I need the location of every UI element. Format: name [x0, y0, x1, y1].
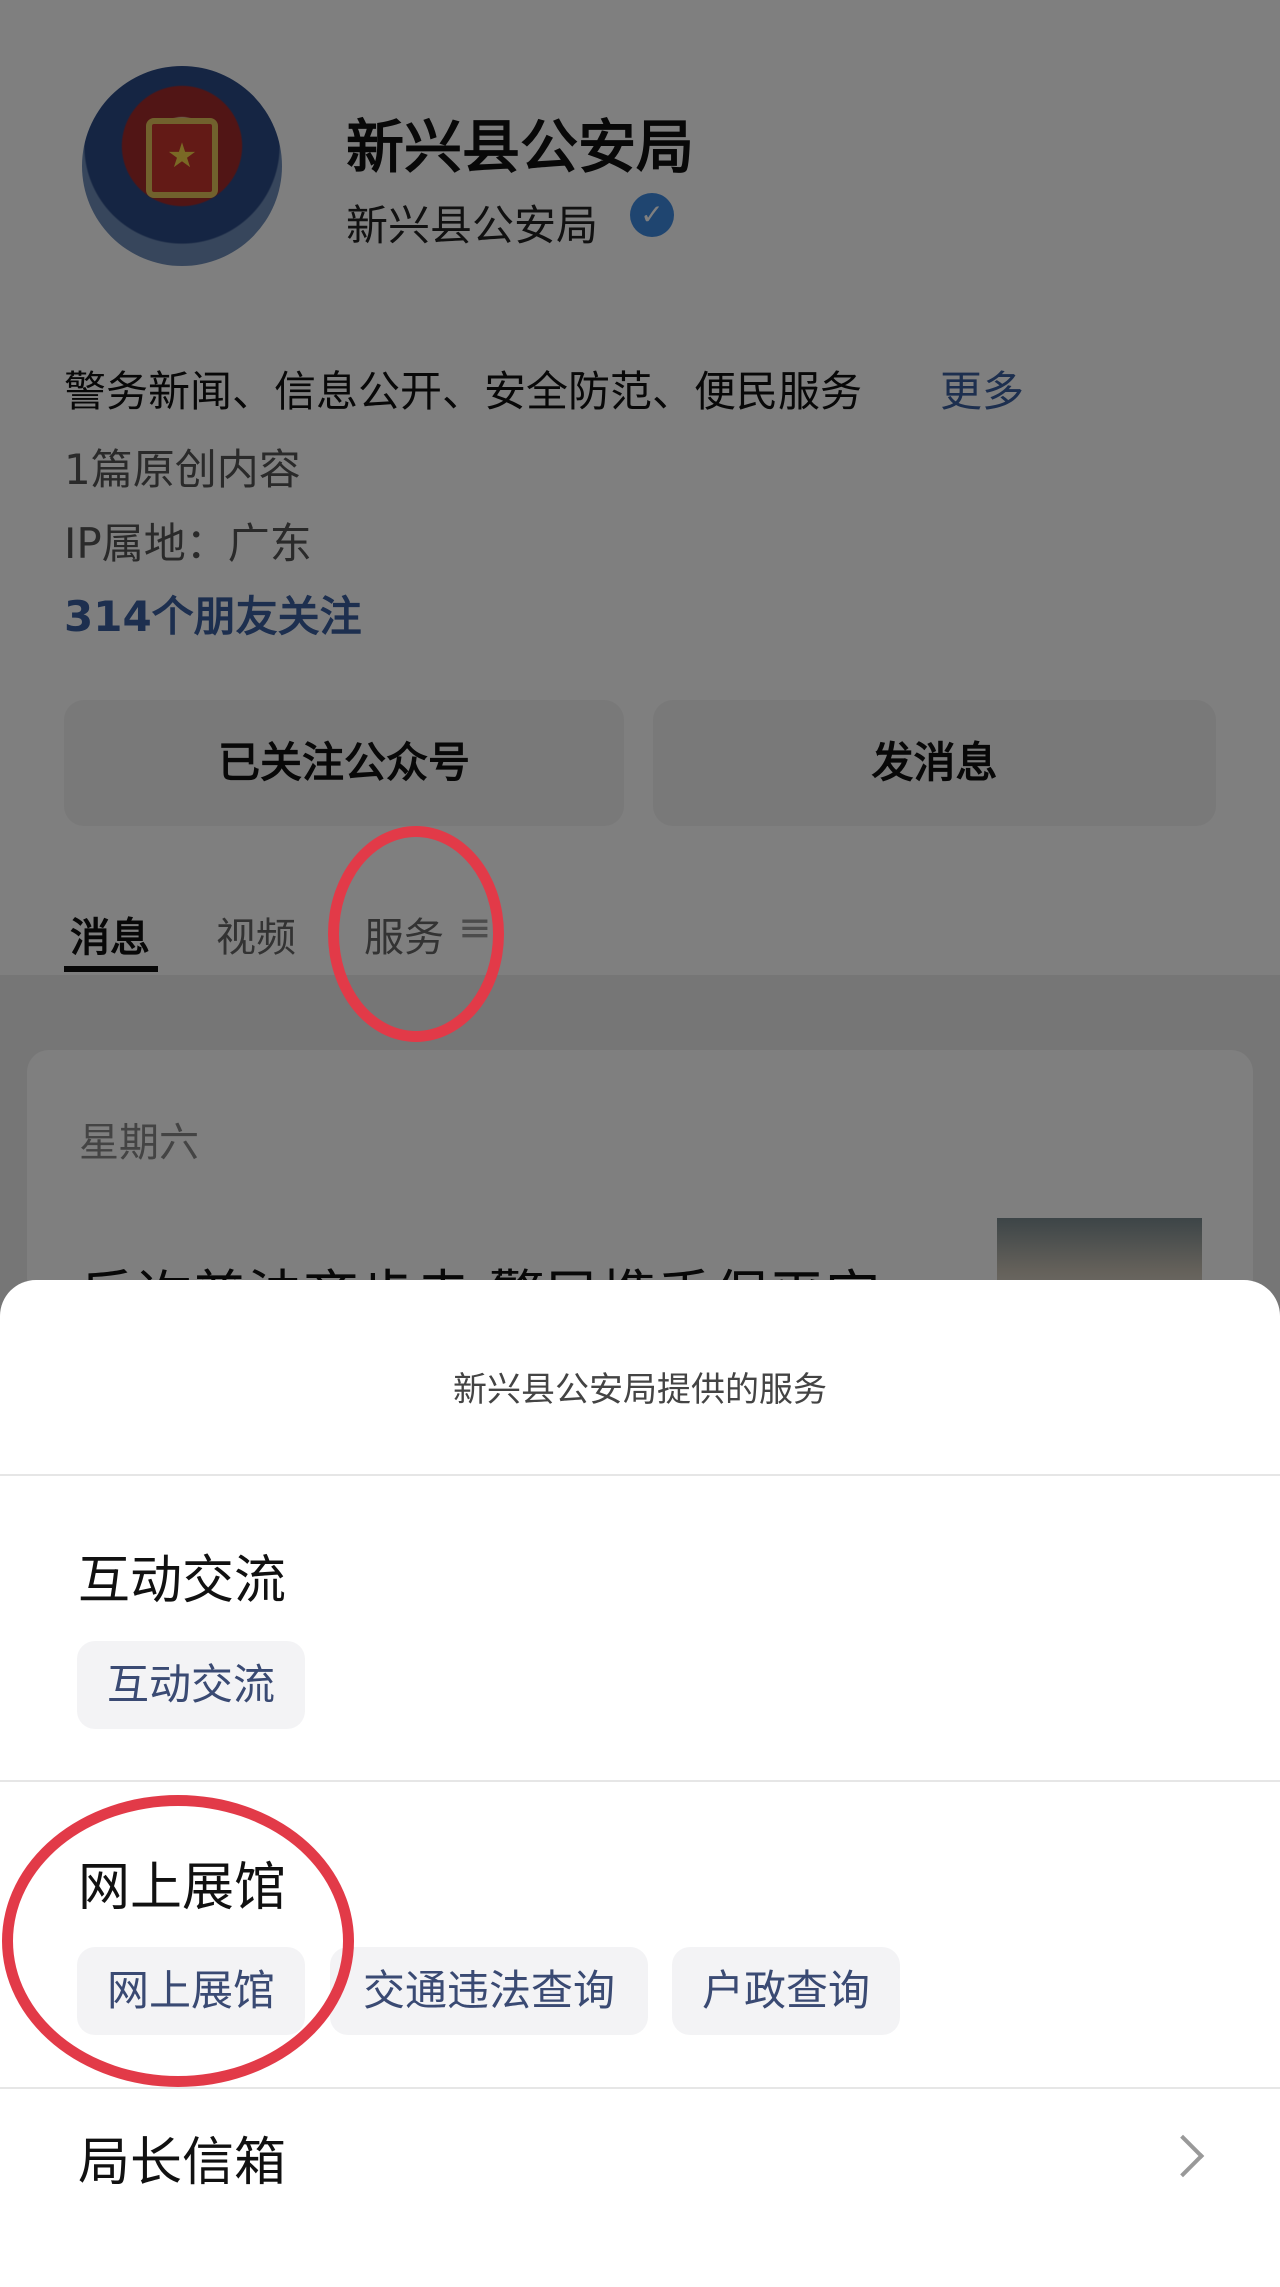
services-sheet-title: 新兴县公安局提供的服务 [453, 1370, 827, 1410]
divider [0, 2087, 1280, 2089]
annotation-circle-services-tab [328, 826, 504, 1042]
divider [0, 1474, 1280, 1476]
chip-interaction[interactable]: 互动交流 [77, 1641, 305, 1729]
chip-household-query[interactable]: 户政查询 [672, 1947, 900, 2035]
section-title-interaction: 互动交流 [78, 1551, 287, 1611]
chip-traffic-violation-query[interactable]: 交通违法查询 [330, 1947, 648, 2035]
annotation-circle-online-exhibition [2, 1795, 354, 2087]
services-sheet: 新兴县公安局提供的服务 互动交流 互动交流 网上展馆 网上展馆 交通违法查询 户… [0, 1280, 1280, 2287]
chevron-right-icon[interactable] [1161, 2134, 1205, 2178]
section-title-director-mailbox[interactable]: 局长信箱 [78, 2120, 286, 2195]
divider [0, 1780, 1280, 1782]
